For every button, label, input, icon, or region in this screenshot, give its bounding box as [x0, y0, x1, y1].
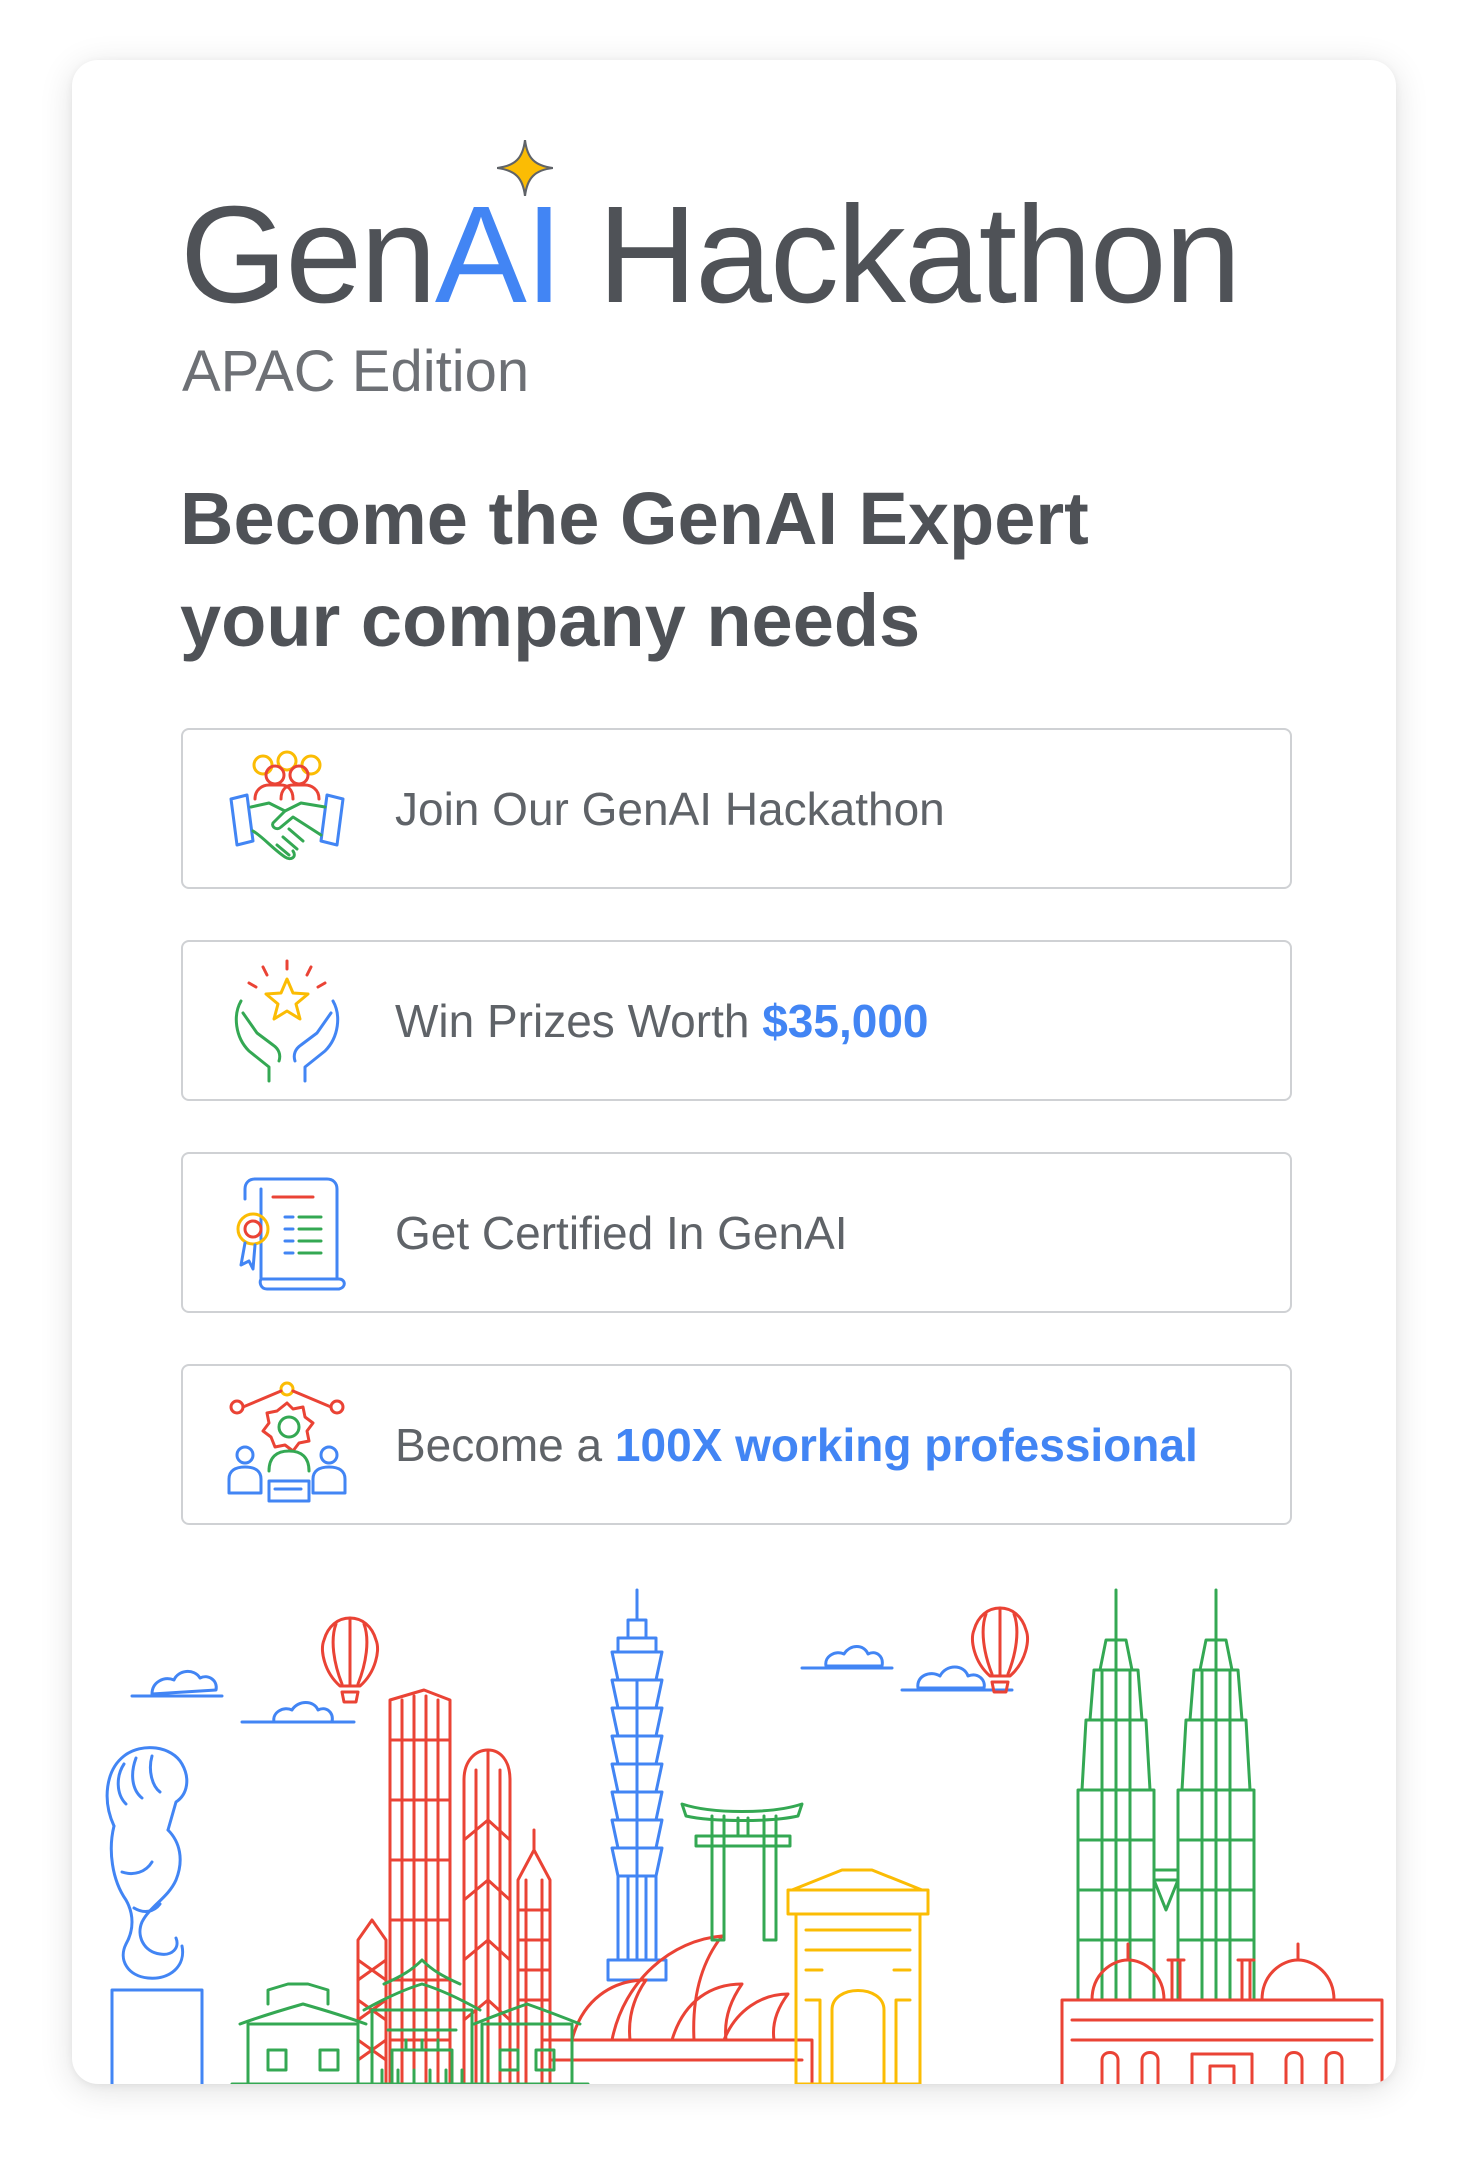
certificate-icon: [236, 1177, 346, 1290]
sydney-opera-house-icon: [540, 1934, 814, 2084]
title-hackathon: Hackathon: [561, 178, 1242, 332]
sparkle-icon: [496, 140, 553, 196]
cloud-icon: [240, 1701, 356, 1724]
feature-professional[interactable]: Become a 100X working professional: [181, 1364, 1292, 1525]
cloud-icon: [900, 1665, 1014, 1692]
palace-icon: [1060, 1942, 1384, 2084]
edition-subtitle: APAC Edition: [182, 339, 530, 404]
feature-professional-text: Become a 100X working professional: [395, 1418, 1198, 1471]
feature-certified-text: Get Certified In GenAI: [395, 1206, 848, 1259]
merlion-icon: [105, 1746, 204, 2084]
headline-line-1: Become the GenAI Expert: [180, 477, 1089, 560]
headline-line-2: your company needs: [180, 579, 921, 662]
feature-prize[interactable]: Win Prizes Worth $35,000: [181, 940, 1292, 1101]
petronas-towers-icon: [1076, 1588, 1256, 2002]
title-ai: AI: [435, 140, 563, 332]
hands-star-icon: [234, 959, 340, 1082]
taipei-101-icon: [606, 1588, 668, 1982]
hackathon-title: Gen AI Hackathon: [180, 140, 1242, 340]
title-gen: Gen: [180, 178, 437, 332]
prize-amount: $35,000: [762, 994, 929, 1047]
cloud-icon: [130, 1670, 224, 1698]
feature-join[interactable]: Join Our GenAI Hackathon: [181, 728, 1292, 889]
feature-list: Join Our GenAI Hackathon Win Prizes Wort…: [181, 728, 1292, 1576]
headline: Become the GenAI Expert your company nee…: [180, 468, 1089, 672]
cloud-icon: [800, 1645, 894, 1670]
professional-highlight: 100X working professional: [614, 1418, 1198, 1471]
handshake-team-icon: [229, 750, 345, 860]
india-gate-icon: [786, 1868, 930, 2084]
network-people-icon: [227, 1381, 347, 1502]
hot-air-balloon-icon: [321, 1616, 379, 1704]
feature-prize-text: Win Prizes Worth $35,000: [395, 994, 929, 1047]
feature-certified[interactable]: Get Certified In GenAI: [181, 1152, 1292, 1313]
torii-gate-icon: [680, 1802, 804, 1942]
apac-skyline-illustration: [105, 1588, 1384, 2084]
feature-join-text: Join Our GenAI Hackathon: [395, 782, 945, 835]
hackathon-card: Gen AI Hackathon APAC Edition Become the …: [72, 60, 1396, 2084]
